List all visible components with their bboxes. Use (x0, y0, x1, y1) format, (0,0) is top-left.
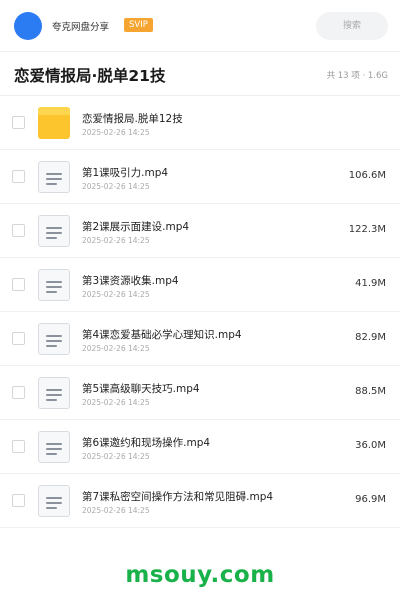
select-checkbox[interactable] (12, 386, 25, 399)
file-name: 第3课资源收集.mp4 (82, 275, 179, 287)
file-doc-icon (38, 431, 70, 463)
owner-name[interactable]: 夸克网盘分享 (52, 19, 109, 33)
file-name: 第7课私密空间操作方法和常见阻碍.mp4 (82, 491, 274, 503)
file-name: 第4课恋爱基础必学心理知识.mp4 (82, 329, 242, 341)
svip-badge: SVIP (124, 18, 153, 32)
file-name: 第1课吸引力.mp4 (82, 167, 169, 179)
file-doc-icon (38, 161, 70, 193)
file-row[interactable]: 第2课展示面建设.mp4 2025-02-26 14:25 122.3M (0, 204, 400, 258)
file-doc-icon (38, 485, 70, 517)
folder-icon (38, 107, 70, 139)
file-list: 恋爱情报局.脱单12技 2025-02-26 14:25 第1课吸引力.mp4 … (0, 96, 400, 528)
file-date: 2025-02-26 14:25 (82, 236, 150, 245)
file-size: 88.5M (355, 386, 386, 397)
file-name: 第2课展示面建设.mp4 (82, 221, 190, 233)
file-name: 第6课邀约和现场操作.mp4 (82, 437, 211, 449)
file-date: 2025-02-26 14:25 (82, 344, 150, 353)
file-size: 106.6M (348, 170, 386, 181)
file-date: 2025-02-26 14:25 (82, 182, 150, 191)
select-checkbox[interactable] (12, 440, 25, 453)
select-checkbox[interactable] (12, 170, 25, 183)
file-date: 2025-02-26 14:25 (82, 128, 150, 137)
share-title: 恋爱情报局·脱单21技 (14, 67, 166, 85)
file-row[interactable]: 第1课吸引力.mp4 2025-02-26 14:25 106.6M (0, 150, 400, 204)
file-row[interactable]: 第4课恋爱基础必学心理知识.mp4 2025-02-26 14:25 82.9M (0, 312, 400, 366)
avatar[interactable] (14, 12, 42, 40)
file-row[interactable]: 第3课资源收集.mp4 2025-02-26 14:25 41.9M (0, 258, 400, 312)
file-name: 第5课高级聊天技巧.mp4 (82, 383, 200, 395)
share-meta: 共 13 项 · 1.6G (326, 71, 388, 81)
file-date: 2025-02-26 14:25 (82, 452, 150, 461)
file-size: 96.9M (355, 494, 386, 505)
file-doc-icon (38, 377, 70, 409)
file-row[interactable]: 第7课私密空间操作方法和常见阻碍.mp4 2025-02-26 14:25 96… (0, 474, 400, 528)
file-size: 36.0M (355, 440, 386, 451)
file-row[interactable]: 第5课高级聊天技巧.mp4 2025-02-26 14:25 88.5M (0, 366, 400, 420)
file-size: 122.3M (348, 224, 386, 235)
top-bar: 夸克网盘分享 SVIP 搜索 (0, 0, 400, 52)
select-checkbox[interactable] (12, 494, 25, 507)
file-size: 41.9M (355, 278, 386, 289)
file-doc-icon (38, 323, 70, 355)
search-button[interactable]: 搜索 (316, 12, 388, 40)
file-doc-icon (38, 269, 70, 301)
select-checkbox[interactable] (12, 332, 25, 345)
file-date: 2025-02-26 14:25 (82, 506, 150, 515)
file-name: 恋爱情报局.脱单12技 (82, 113, 183, 125)
file-date: 2025-02-26 14:25 (82, 290, 150, 299)
file-row[interactable]: 第6课邀约和现场操作.mp4 2025-02-26 14:25 36.0M (0, 420, 400, 474)
select-checkbox[interactable] (12, 224, 25, 237)
watermark-text: msouy.com (125, 562, 275, 588)
share-header: 恋爱情报局·脱单21技 共 13 项 · 1.6G (0, 52, 400, 96)
file-date: 2025-02-26 14:25 (82, 398, 150, 407)
select-checkbox[interactable] (12, 278, 25, 291)
file-doc-icon (38, 215, 70, 247)
file-size: 82.9M (355, 332, 386, 343)
select-checkbox[interactable] (12, 116, 25, 129)
file-row[interactable]: 恋爱情报局.脱单12技 2025-02-26 14:25 (0, 96, 400, 150)
